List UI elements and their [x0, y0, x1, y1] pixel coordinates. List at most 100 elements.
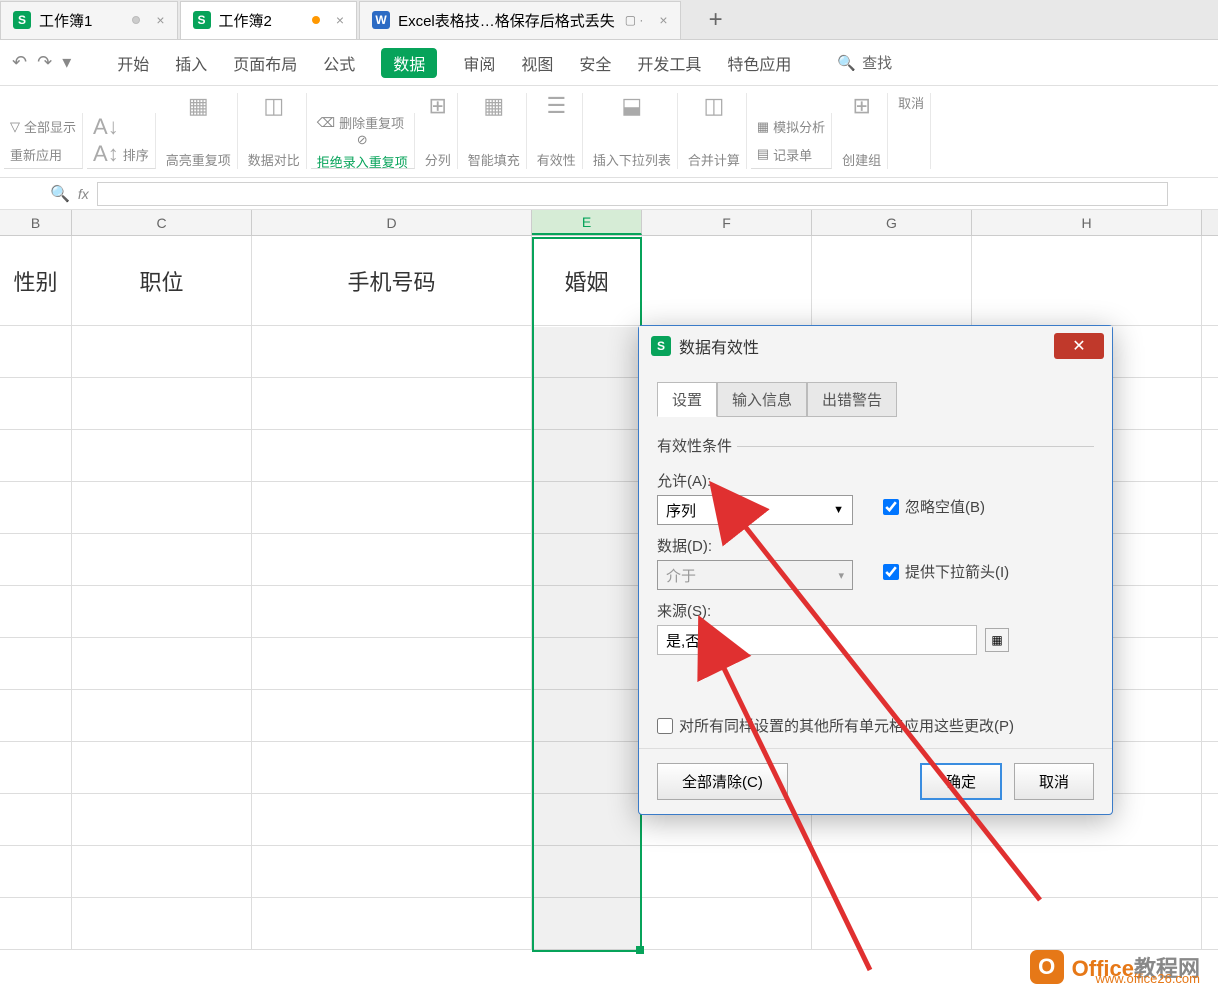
cell[interactable]: [252, 430, 532, 481]
col-header-d[interactable]: D: [252, 210, 532, 235]
allow-select[interactable]: 序列 ▼: [657, 495, 853, 525]
close-icon[interactable]: ×: [336, 12, 344, 28]
cell[interactable]: [252, 534, 532, 585]
menu-formula[interactable]: 公式: [323, 51, 355, 75]
checkbox-input[interactable]: [883, 499, 899, 515]
cell[interactable]: [0, 482, 72, 533]
cell[interactable]: [0, 534, 72, 585]
undo-icon[interactable]: ↶: [12, 52, 27, 73]
cell[interactable]: [72, 638, 252, 689]
cell[interactable]: [812, 846, 972, 897]
cell[interactable]: [72, 482, 252, 533]
cell[interactable]: 手机号码: [252, 236, 532, 325]
compare-group[interactable]: ◫ 数据对比: [242, 93, 307, 169]
ignore-blank-checkbox[interactable]: 忽略空值(B): [883, 496, 985, 517]
cell[interactable]: [0, 846, 72, 897]
validity-group[interactable]: ☰ 有效性: [531, 93, 583, 169]
cell[interactable]: [72, 846, 252, 897]
menu-review[interactable]: 审阅: [463, 51, 495, 75]
menu-featured[interactable]: 特色应用: [727, 51, 791, 75]
cell[interactable]: [972, 898, 1202, 949]
cell[interactable]: [72, 690, 252, 741]
col-header-g[interactable]: G: [812, 210, 972, 235]
cell[interactable]: [252, 846, 532, 897]
cell[interactable]: [72, 742, 252, 793]
cell[interactable]: [72, 586, 252, 637]
apply-all-checkbox[interactable]: 对所有同样设置的其他所有单元格应用这些更改(P): [657, 715, 1094, 736]
cell[interactable]: [642, 846, 812, 897]
ungroup-group[interactable]: 取消: [892, 93, 931, 169]
checkbox-input[interactable]: [883, 564, 899, 580]
search-icon[interactable]: 🔍: [50, 184, 70, 204]
tab-excel-doc[interactable]: W Excel表格技…格保存后格式丢失 ▢ · ×: [359, 1, 681, 39]
ok-button[interactable]: 确定: [920, 763, 1002, 800]
checkbox-input[interactable]: [657, 718, 673, 734]
cell[interactable]: [0, 430, 72, 481]
cell[interactable]: [0, 690, 72, 741]
clear-all-button[interactable]: 全部清除(C): [657, 763, 788, 800]
cell[interactable]: [0, 326, 72, 377]
dropdown-icon[interactable]: ▾: [62, 52, 71, 73]
cell[interactable]: 婚姻: [532, 236, 642, 325]
cell[interactable]: [252, 898, 532, 949]
cell[interactable]: [252, 378, 532, 429]
cell[interactable]: [252, 326, 532, 377]
dropdown-checkbox[interactable]: 提供下拉箭头(I): [883, 561, 1009, 582]
insert-dropdown-group[interactable]: ⬓ 插入下拉列表: [587, 93, 678, 169]
cell[interactable]: [72, 326, 252, 377]
cell[interactable]: [72, 898, 252, 949]
cell[interactable]: 性别: [0, 236, 72, 325]
cell[interactable]: [252, 482, 532, 533]
highlight-dup-group[interactable]: ▦ 高亮重复项: [160, 93, 238, 169]
cell[interactable]: [72, 430, 252, 481]
source-input[interactable]: 是,否: [657, 625, 977, 655]
col-header-c[interactable]: C: [72, 210, 252, 235]
reapply-button[interactable]: 重新应用: [10, 145, 62, 164]
col-header-f[interactable]: F: [642, 210, 812, 235]
cell[interactable]: [642, 236, 812, 325]
merge-group[interactable]: ◫ 合并计算: [682, 93, 747, 169]
reject-dup-button[interactable]: ⊘拒绝录入重复项: [317, 132, 408, 171]
tab-input-msg[interactable]: 输入信息: [717, 382, 807, 417]
menu-data[interactable]: 数据: [381, 48, 437, 78]
menu-view[interactable]: 视图: [521, 51, 553, 75]
search-group[interactable]: 🔍 查找: [837, 52, 892, 73]
cell[interactable]: [252, 690, 532, 741]
cancel-button[interactable]: 取消: [1014, 763, 1094, 800]
delete-dup-button[interactable]: ⌫删除重复项: [317, 113, 404, 132]
dialog-header[interactable]: S 数据有效性 ✕: [639, 326, 1112, 366]
cell[interactable]: [72, 534, 252, 585]
cell[interactable]: [252, 586, 532, 637]
cell[interactable]: 职位: [72, 236, 252, 325]
close-button[interactable]: ✕: [1054, 333, 1104, 359]
col-header-e[interactable]: E: [532, 210, 642, 235]
cell[interactable]: [0, 638, 72, 689]
record-button[interactable]: ▤记录单: [757, 145, 812, 164]
cell[interactable]: [252, 638, 532, 689]
cell[interactable]: [972, 846, 1202, 897]
formula-input[interactable]: [97, 182, 1168, 206]
sort-button[interactable]: A↕排序: [93, 141, 149, 167]
menu-insert[interactable]: 插入: [175, 51, 207, 75]
cell[interactable]: [252, 742, 532, 793]
redo-icon[interactable]: ↷: [37, 52, 52, 73]
close-icon[interactable]: ×: [659, 12, 667, 28]
cell[interactable]: [72, 378, 252, 429]
sort-asc-button[interactable]: A↓: [93, 114, 119, 140]
tab-error-alert[interactable]: 出错警告: [807, 382, 897, 417]
tab-workbook2[interactable]: S 工作簿2 ×: [180, 1, 358, 39]
menu-dev-tools[interactable]: 开发工具: [637, 51, 701, 75]
close-icon[interactable]: ×: [156, 12, 164, 28]
cell[interactable]: [0, 586, 72, 637]
new-tab-button[interactable]: +: [701, 5, 731, 35]
menu-page-layout[interactable]: 页面布局: [233, 51, 297, 75]
col-header-b[interactable]: B: [0, 210, 72, 235]
cell[interactable]: [812, 898, 972, 949]
col-header-h[interactable]: H: [972, 210, 1202, 235]
cell[interactable]: [0, 794, 72, 845]
split-group[interactable]: ⊞ 分列: [419, 93, 458, 169]
fx-icon[interactable]: fx: [78, 186, 89, 202]
range-picker-icon[interactable]: ▦: [985, 628, 1009, 652]
cell[interactable]: [642, 898, 812, 949]
cell[interactable]: [0, 898, 72, 949]
